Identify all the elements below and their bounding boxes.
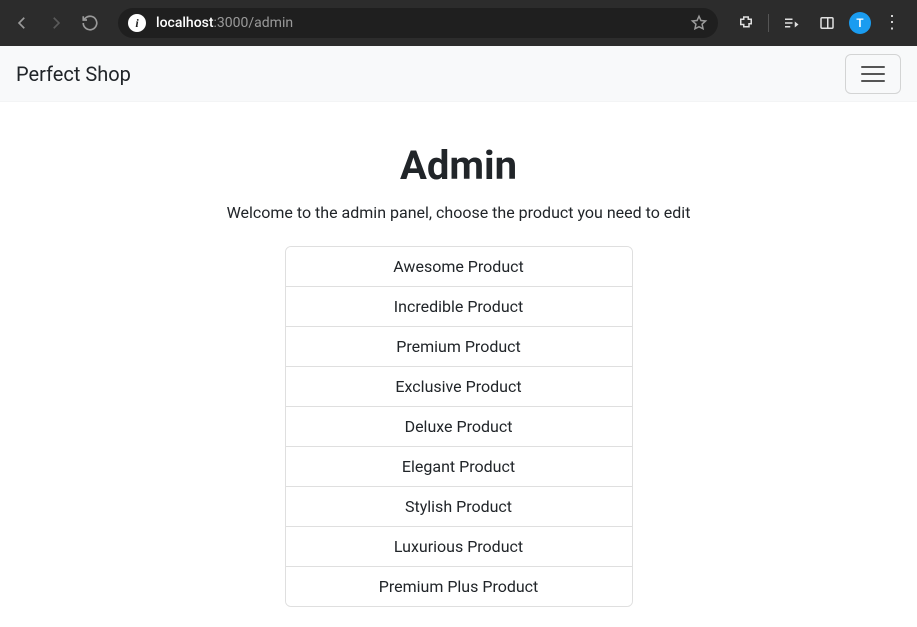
main-content: Admin Welcome to the admin panel, choose…: [0, 102, 917, 627]
url-host: localhost: [156, 15, 214, 31]
product-list-item[interactable]: Deluxe Product: [286, 407, 632, 447]
product-list-item[interactable]: Luxurious Product: [286, 527, 632, 567]
product-list-item[interactable]: Premium Product: [286, 327, 632, 367]
extensions-icon[interactable]: [732, 9, 760, 37]
product-list-item[interactable]: Premium Plus Product: [286, 567, 632, 606]
product-list-item[interactable]: Stylish Product: [286, 487, 632, 527]
product-list-item[interactable]: Awesome Product: [286, 247, 632, 287]
browser-menu-icon[interactable]: ⋮: [879, 14, 905, 32]
profile-avatar[interactable]: T: [849, 12, 871, 34]
navbar-toggle-button[interactable]: [845, 54, 901, 94]
app-navbar: Perfect Shop: [0, 46, 917, 102]
product-list-item[interactable]: Elegant Product: [286, 447, 632, 487]
navbar-brand[interactable]: Perfect Shop: [16, 62, 131, 86]
product-list: Awesome ProductIncredible ProductPremium…: [285, 246, 633, 607]
address-bar[interactable]: i localhost:3000/admin: [118, 8, 718, 38]
side-panel-icon[interactable]: [813, 9, 841, 37]
page-subtitle: Welcome to the admin panel, choose the p…: [20, 203, 897, 222]
bookmark-star-icon[interactable]: [690, 14, 708, 32]
media-control-icon[interactable]: [777, 9, 805, 37]
page-title: Admin: [20, 142, 897, 189]
toolbar-right: T ⋮: [732, 9, 909, 37]
url-path: :3000/admin: [214, 15, 294, 31]
forward-button[interactable]: [42, 9, 70, 37]
avatar-letter: T: [856, 16, 863, 30]
product-list-item[interactable]: Exclusive Product: [286, 367, 632, 407]
product-list-item[interactable]: Incredible Product: [286, 287, 632, 327]
site-info-icon[interactable]: i: [128, 14, 146, 32]
reload-button[interactable]: [76, 9, 104, 37]
browser-toolbar: i localhost:3000/admin T ⋮: [0, 0, 917, 46]
toolbar-separator: [768, 14, 769, 32]
url-text: localhost:3000/admin: [156, 15, 680, 31]
hamburger-icon: [861, 66, 885, 82]
back-button[interactable]: [8, 9, 36, 37]
